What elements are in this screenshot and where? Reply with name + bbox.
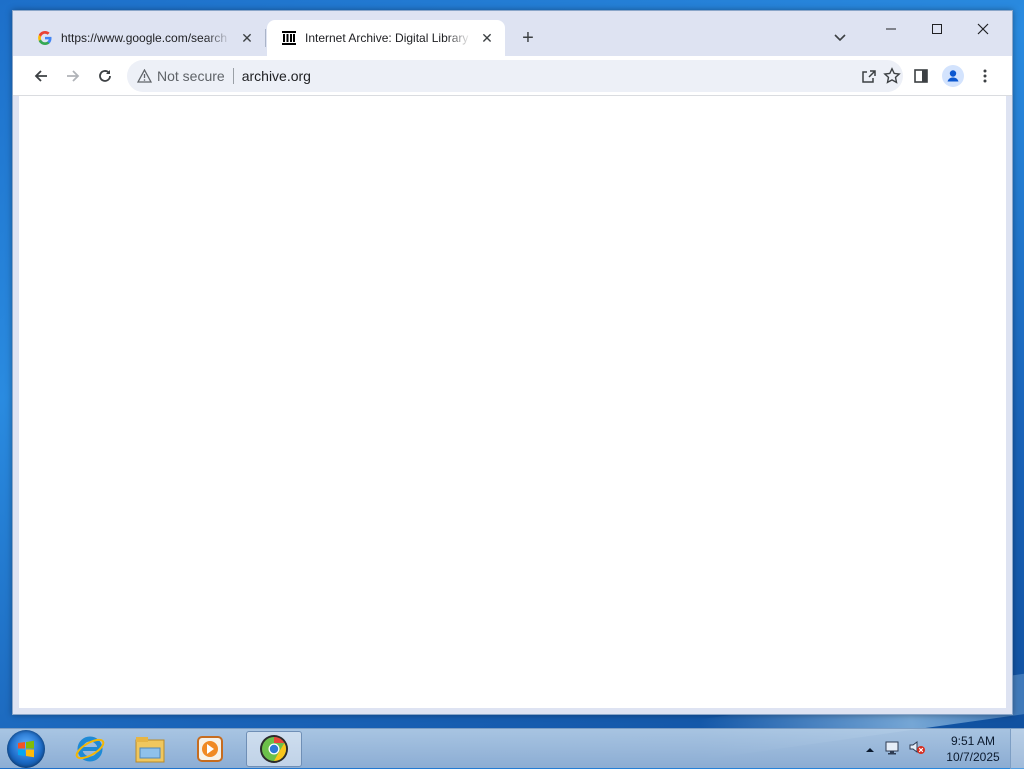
back-arrow-icon[interactable]	[27, 62, 55, 90]
security-label[interactable]: Not secure	[157, 68, 225, 84]
file-explorer-icon[interactable]	[122, 731, 178, 767]
clock-time: 9:51 AM	[950, 734, 996, 748]
clock-date: 10/7/2025	[946, 750, 1000, 764]
tab-title: https://www.google.com/search	[61, 31, 228, 45]
clock[interactable]: 9:51 AM 10/7/2025	[940, 733, 1006, 765]
network-icon[interactable]	[884, 739, 902, 760]
side-panel-icon[interactable]	[907, 62, 935, 90]
close-tab-icon[interactable]: ✕	[239, 30, 255, 46]
maximize-button[interactable]	[914, 15, 960, 43]
system-tray	[866, 729, 926, 769]
new-tab-button[interactable]: +	[517, 27, 539, 49]
reload-icon[interactable]	[91, 62, 119, 90]
tab-search-chevron-icon[interactable]	[829, 27, 851, 49]
warning-triangle-icon[interactable]	[137, 68, 153, 84]
tab-separator	[265, 29, 266, 47]
tab-title: Internet Archive: Digital Library of Fre…	[305, 31, 471, 45]
tab-strip: https://www.google.com/search ✕ Internet…	[13, 11, 1012, 56]
share-icon[interactable]	[861, 68, 877, 84]
show-hidden-icons-chevron-icon[interactable]	[866, 740, 874, 758]
tab-google-search[interactable]: https://www.google.com/search ✕	[23, 20, 265, 56]
profile-avatar-icon[interactable]	[939, 62, 967, 90]
internet-explorer-icon[interactable]	[62, 731, 118, 767]
taskbar: 9:51 AM 10/7/2025	[0, 728, 1024, 769]
bookmark-star-icon[interactable]	[883, 67, 901, 85]
forward-arrow-icon[interactable]	[59, 62, 87, 90]
browser-toolbar: Not secure archive.org	[13, 56, 1012, 96]
minimize-button[interactable]	[868, 15, 914, 43]
archive-building-icon	[281, 30, 297, 46]
media-player-icon[interactable]	[182, 731, 238, 767]
url-text[interactable]: archive.org	[242, 68, 311, 84]
start-button[interactable]	[7, 730, 45, 768]
omnibox-divider	[232, 68, 234, 84]
chrome-taskbar-icon[interactable]	[246, 731, 302, 767]
page-content[interactable]	[19, 96, 1006, 708]
chrome-window: https://www.google.com/search ✕ Internet…	[12, 10, 1013, 715]
close-tab-icon[interactable]: ✕	[479, 30, 495, 46]
volume-muted-icon[interactable]	[908, 739, 926, 760]
tab-internet-archive[interactable]: Internet Archive: Digital Library of Fre…	[267, 20, 505, 56]
close-window-button[interactable]	[960, 15, 1006, 43]
address-bar[interactable]: Not secure archive.org	[127, 60, 903, 92]
show-desktop-button[interactable]	[1010, 729, 1024, 769]
more-menu-icon[interactable]	[971, 62, 999, 90]
google-g-icon	[37, 30, 53, 46]
windows-logo-icon	[18, 740, 34, 758]
